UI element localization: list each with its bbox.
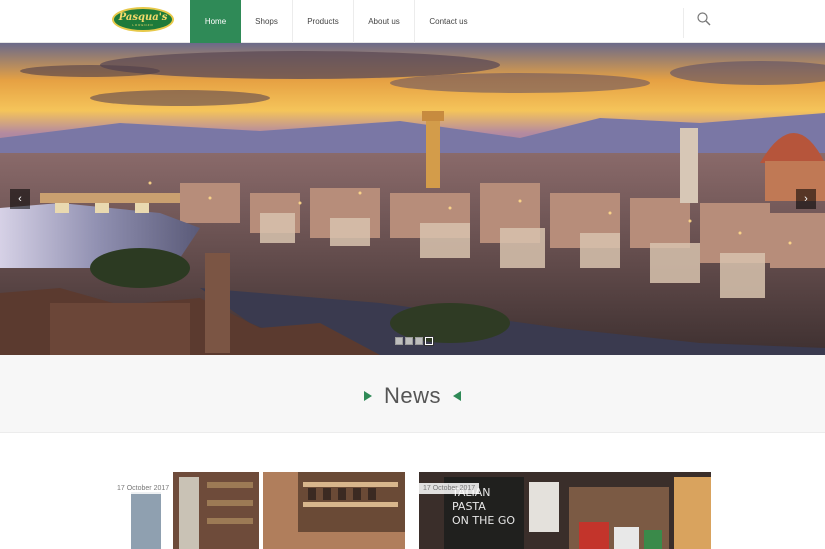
- chevron-right-icon: ›: [804, 193, 808, 205]
- slider-pagination: [395, 336, 434, 346]
- triangle-right-icon: [363, 391, 372, 401]
- nav-item-home[interactable]: Home: [190, 0, 241, 43]
- brand-logo[interactable]: Pasqua's LORENZO: [112, 7, 174, 32]
- search-icon[interactable]: [696, 11, 712, 27]
- svg-text:PASTA: PASTA: [452, 500, 486, 513]
- hero-slider: ‹ ›: [0, 43, 825, 355]
- logo-subtext: LORENZO: [132, 22, 154, 27]
- news-title: News: [383, 383, 441, 408]
- logo-text: Pasqua's: [118, 11, 168, 23]
- news-card[interactable]: 17 October 2017: [113, 472, 405, 549]
- nav-item-about-us[interactable]: About us: [354, 0, 415, 43]
- slider-dot-3[interactable]: [415, 337, 423, 345]
- nav-item-contact-us[interactable]: Contact us: [415, 0, 482, 43]
- slider-dot-4[interactable]: [424, 336, 434, 346]
- search-divider: [683, 8, 684, 38]
- slider-prev-button[interactable]: ‹: [10, 189, 30, 209]
- chevron-left-icon: ‹: [18, 193, 22, 205]
- hero-image-florence-cityscape: [0, 43, 825, 355]
- news-card-date: 17 October 2017: [419, 483, 480, 494]
- main-nav: Home Shops Products About us Contact us: [190, 0, 482, 43]
- news-card-date: 17 October 2017: [113, 483, 174, 494]
- slider-dot-1[interactable]: [395, 337, 403, 345]
- slider-dot-2[interactable]: [405, 337, 413, 345]
- news-section-heading: News: [0, 383, 825, 409]
- news-card[interactable]: TALIAN PASTA ON THE GO 17 October 2017: [419, 472, 711, 549]
- site-header: Pasqua's LORENZO Home Shops Products Abo…: [0, 0, 825, 43]
- nav-item-shops[interactable]: Shops: [241, 0, 293, 43]
- nav-item-products[interactable]: Products: [293, 0, 354, 43]
- slider-next-button[interactable]: ›: [796, 189, 816, 209]
- triangle-left-icon: [453, 391, 461, 401]
- svg-text:ON THE GO: ON THE GO: [452, 514, 515, 527]
